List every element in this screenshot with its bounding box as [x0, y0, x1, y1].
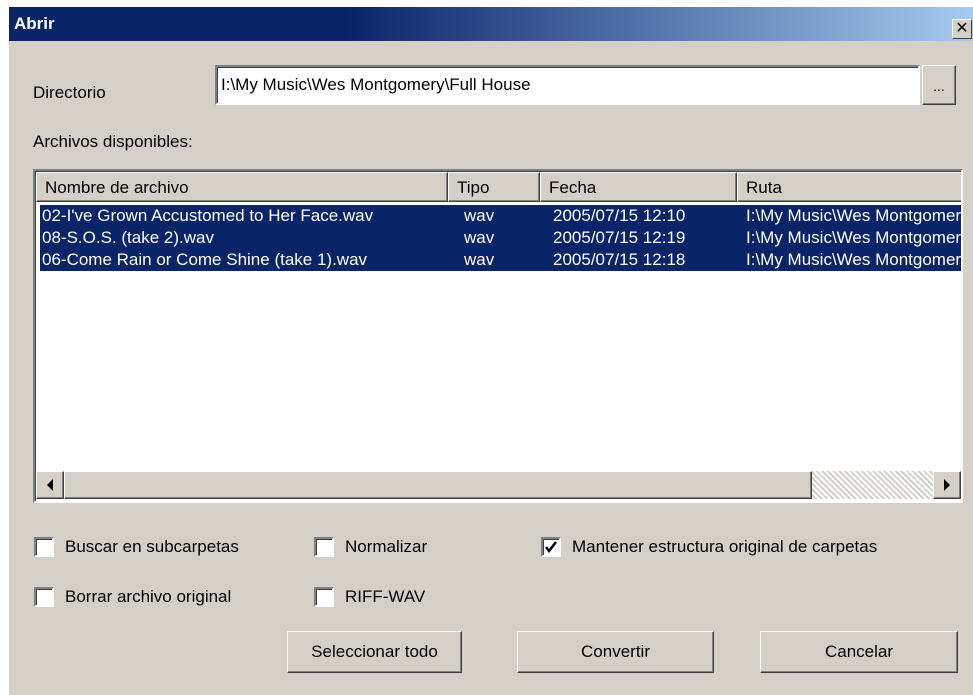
search-subfolders-checkbox[interactable]	[34, 537, 54, 557]
window-title: Abrir	[14, 14, 55, 33]
column-header-name[interactable]: Nombre de archivo	[36, 172, 448, 202]
cell-type: wav	[464, 228, 495, 247]
close-icon: ✕	[955, 20, 969, 37]
cancel-button[interactable]: Cancelar	[760, 631, 958, 673]
delete-original-checkbox[interactable]	[34, 587, 54, 607]
list-rows: 02-I've Grown Accustomed to Her Face.wav…	[40, 205, 962, 271]
files-label: Archivos disponibles:	[33, 132, 193, 151]
keep-structure-label[interactable]: Mantener estructura original de carpetas	[572, 537, 877, 557]
cell-name: 08-S.O.S. (take 2).wav	[42, 228, 214, 247]
cell-date: 2005/07/15 12:18	[553, 250, 686, 269]
table-row[interactable]: 06-Come Rain or Come Shine (take 1).wav …	[40, 249, 962, 271]
browse-button[interactable]: ...	[922, 65, 956, 105]
search-subfolders-label[interactable]: Buscar en subcarpetas	[65, 537, 239, 557]
directory-label: Directorio	[33, 83, 106, 102]
title-bar[interactable]: Abrir ✕	[9, 7, 973, 41]
cell-path: I:\My Music\Wes Montgomery\Full House	[746, 228, 962, 247]
keep-structure-checkbox[interactable]	[541, 537, 561, 557]
checkmark-icon	[545, 541, 557, 554]
column-header-type[interactable]: Tipo	[448, 172, 540, 202]
file-list[interactable]: Nombre de archivo Tipo Fecha Ruta 02-I'v…	[33, 169, 963, 503]
scroll-track[interactable]	[812, 471, 933, 499]
cell-date: 2005/07/15 12:10	[553, 206, 686, 225]
scroll-left-button[interactable]	[36, 471, 64, 499]
cell-path: I:\My Music\Wes Montgomery\Full House	[746, 206, 962, 225]
column-header-date[interactable]: Fecha	[540, 172, 737, 202]
cell-name: 06-Come Rain or Come Shine (take 1).wav	[42, 250, 368, 269]
delete-original-label[interactable]: Borrar archivo original	[65, 587, 231, 607]
scroll-right-button[interactable]	[933, 471, 961, 499]
table-row[interactable]: 08-S.O.S. (take 2).wav wav 2005/07/15 12…	[40, 227, 962, 249]
arrow-left-icon	[47, 479, 53, 491]
scroll-thumb[interactable]	[64, 471, 812, 499]
directory-field[interactable]: I:\My Music\Wes Montgomery\Full House	[215, 65, 920, 105]
select-all-button[interactable]: Seleccionar todo	[287, 631, 462, 673]
convert-button[interactable]: Convertir	[517, 631, 714, 673]
column-header-path[interactable]: Ruta	[737, 172, 961, 202]
close-button[interactable]: ✕	[952, 19, 972, 39]
cell-path: I:\My Music\Wes Montgomery\Full House	[746, 250, 962, 269]
directory-value: I:\My Music\Wes Montgomery\Full House	[221, 75, 531, 94]
open-dialog: Abrir ✕ Directorio I:\My Music\Wes Montg…	[8, 6, 973, 695]
cell-name: 02-I've Grown Accustomed to Her Face.wav	[42, 206, 374, 225]
arrow-right-icon	[944, 479, 950, 491]
table-row[interactable]: 02-I've Grown Accustomed to Her Face.wav…	[40, 205, 962, 227]
normalize-checkbox[interactable]	[314, 537, 334, 557]
riff-wav-label[interactable]: RIFF-WAV	[345, 587, 425, 607]
list-header: Nombre de archivo Tipo Fecha Ruta	[36, 172, 961, 202]
riff-wav-checkbox[interactable]	[314, 587, 334, 607]
cell-date: 2005/07/15 12:19	[553, 228, 686, 247]
horizontal-scrollbar[interactable]	[36, 471, 961, 499]
normalize-label[interactable]: Normalizar	[345, 537, 427, 557]
cell-type: wav	[464, 206, 495, 225]
cell-type: wav	[464, 250, 495, 269]
